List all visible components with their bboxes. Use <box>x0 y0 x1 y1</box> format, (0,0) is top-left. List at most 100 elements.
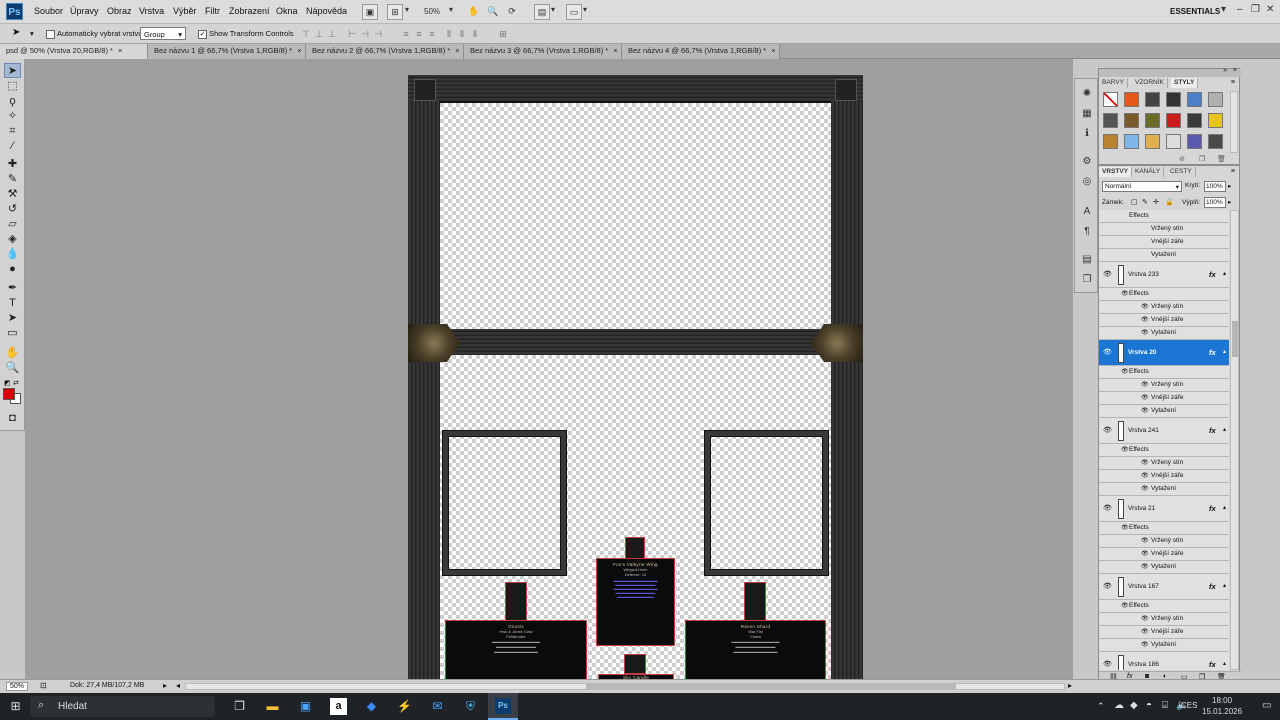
effects-row[interactable]: 👁 Effects <box>1099 366 1229 379</box>
tab-document-psd[interactable]: psd @ 50% (Vrstva 20,RGB/8) * × <box>0 44 148 59</box>
fill-input[interactable]: 100% <box>1204 197 1226 208</box>
style-swatch[interactable] <box>1208 134 1223 149</box>
menu-upravy[interactable]: Úpravy <box>70 6 99 16</box>
visibility-eye-icon[interactable]: 👁 <box>1103 582 1112 590</box>
effect-row[interactable]: 👁 Vytažení <box>1099 405 1229 418</box>
healing-brush-icon[interactable]: ✚ <box>4 157 21 172</box>
panel-menu-icon[interactable]: ≡ <box>1231 79 1235 86</box>
move-tool-icon[interactable]: ➤ <box>12 27 20 38</box>
dropbox-icon[interactable]: ◆ <box>363 698 380 715</box>
zoom-dropdown[interactable]: 50% <box>424 7 440 21</box>
tab-vzornik[interactable]: VZORNÍK <box>1132 78 1168 88</box>
bridge-icon[interactable]: ▣ <box>362 4 378 20</box>
visibility-eye-icon[interactable]: 👁 <box>1141 459 1149 466</box>
history-brush-icon[interactable]: ↺ <box>4 202 21 217</box>
collapse-arrow-icon[interactable]: ▴ <box>1223 582 1226 589</box>
store-icon[interactable]: ▣ <box>297 698 314 715</box>
auto-select-checkbox[interactable] <box>46 29 55 39</box>
collapse-arrow-icon[interactable]: ▴ <box>1223 348 1226 355</box>
hand-tool-icon[interactable]: ✋ <box>4 346 21 361</box>
effect-row[interactable]: 👁 Vržený stín <box>1099 301 1229 314</box>
lock-pixels-icon[interactable]: ✎ <box>1142 198 1148 206</box>
visibility-eye-icon[interactable]: 👁 <box>1121 290 1129 297</box>
fx-icon[interactable]: fx <box>1209 582 1216 591</box>
close-icon[interactable]: × <box>1233 67 1237 74</box>
fx-icon[interactable]: fx <box>1209 660 1216 669</box>
chevron-down-icon[interactable]: ▾ <box>1221 4 1226 15</box>
dodge-tool-icon[interactable]: ● <box>4 262 21 277</box>
close-icon[interactable]: × <box>118 46 122 55</box>
visibility-eye-icon[interactable]: 👁 <box>1141 628 1149 635</box>
visibility-eye-icon[interactable]: 👁 <box>1141 550 1149 557</box>
chevron-right-icon[interactable]: ▸ <box>1228 198 1231 206</box>
visibility-eye-icon[interactable]: 👁 <box>1141 407 1149 414</box>
layer-row[interactable]: 👁 Vrstva 167 fx ▴ <box>1099 574 1229 600</box>
style-swatch[interactable] <box>1208 92 1223 107</box>
tab-vrstvy[interactable]: VRSTVY <box>1099 167 1133 177</box>
eraser-icon[interactable]: ▱ <box>4 217 21 232</box>
adjustments-icon[interactable]: ⚙ <box>1080 155 1094 169</box>
tab-document-1[interactable]: Bez názvu 1 @ 66,7% (Vrstva 1,RGB/8) * × <box>148 44 306 59</box>
amazon-icon[interactable]: a <box>330 698 347 715</box>
style-swatch[interactable] <box>1145 134 1160 149</box>
visibility-eye-icon[interactable]: 👁 <box>1141 381 1149 388</box>
style-swatch[interactable] <box>1166 92 1181 107</box>
windows-start-icon[interactable]: ⊞ <box>7 698 24 715</box>
menu-okna[interactable]: Okna <box>276 6 298 16</box>
distribute-right-icon[interactable]: ⦀ <box>469 29 481 39</box>
collapse-arrow-icon[interactable]: ▴ <box>1223 660 1226 667</box>
distribute-hcenter-icon[interactable]: ⦀ <box>456 29 468 39</box>
style-swatch[interactable] <box>1145 113 1160 128</box>
auto-align-icon[interactable]: ⊞ <box>497 29 509 39</box>
network-icon[interactable]: ⌸ <box>1162 700 1168 711</box>
chevron-up-icon[interactable]: ⌃ <box>1097 701 1105 712</box>
effect-row[interactable]: Vnější záře <box>1099 236 1229 249</box>
effect-row[interactable]: 👁 Vytažení <box>1099 639 1229 652</box>
lasso-tool-icon[interactable]: ϙ <box>4 94 21 109</box>
opacity-input[interactable]: 100% <box>1204 181 1226 192</box>
menu-vrstva[interactable]: Vrstva <box>139 6 164 16</box>
app-icon[interactable]: ⚡ <box>396 698 413 715</box>
default-colors-icon[interactable]: ◩ <box>4 379 11 387</box>
effect-row[interactable]: 👁 Vnější záře <box>1099 548 1229 561</box>
visibility-eye-icon[interactable]: 👁 <box>1141 641 1149 648</box>
screen-mode-icon[interactable]: ▭ <box>566 4 582 20</box>
layer-row[interactable]: 👁 Vrstva 186 fx ▴ <box>1099 652 1229 670</box>
style-swatch[interactable] <box>1103 92 1118 107</box>
style-swatch[interactable] <box>1103 134 1118 149</box>
effect-row[interactable]: 👁 Vytažení <box>1099 327 1229 340</box>
style-swatch[interactable] <box>1166 134 1181 149</box>
arrange-documents-icon[interactable]: ▤ <box>534 4 550 20</box>
tab-kanaly[interactable]: KANÁLY <box>1132 167 1165 177</box>
close-icon[interactable]: × <box>613 46 617 55</box>
zoom-icon[interactable]: 🔍 <box>485 4 501 20</box>
distribute-top-icon[interactable]: ≡ <box>400 29 412 39</box>
layers-scrollbar[interactable] <box>1230 210 1239 670</box>
visibility-eye-icon[interactable]: 👁 <box>1141 537 1149 544</box>
document-canvas[interactable]: Fox's Valkyrie Wing Winged Helm Defense:… <box>408 75 863 680</box>
visibility-eye-icon[interactable]: 👁 <box>1141 394 1149 401</box>
style-swatch[interactable] <box>1124 113 1139 128</box>
close-icon[interactable]: × <box>771 46 775 55</box>
chevron-down-icon[interactable]: ▾ <box>405 5 409 19</box>
magic-wand-icon[interactable]: ✧ <box>4 109 21 124</box>
visibility-eye-icon[interactable]: 👁 <box>1141 472 1149 479</box>
style-swatch[interactable] <box>1208 113 1223 128</box>
status-icon[interactable]: ⊡ <box>40 681 47 690</box>
fx-icon[interactable]: fx <box>1209 504 1216 513</box>
collapse-arrow-icon[interactable]: ▴ <box>1223 504 1226 511</box>
visibility-eye-icon[interactable]: 👁 <box>1103 270 1112 278</box>
close-icon[interactable]: ✕ <box>1266 4 1274 15</box>
restore-icon[interactable]: ❐ <box>1251 4 1260 15</box>
clock-date[interactable]: 15.01.2026 <box>1202 707 1242 716</box>
align-right-icon[interactable]: ⊣ <box>372 29 384 39</box>
clock-time[interactable]: 18:00 <box>1212 696 1232 705</box>
masks-icon[interactable]: ◎ <box>1080 175 1094 189</box>
close-icon[interactable]: × <box>455 46 459 55</box>
auto-select-dropdown[interactable]: Group ▾ <box>140 27 186 40</box>
scroll-right-icon[interactable]: ▸ <box>1068 681 1072 690</box>
visibility-eye-icon[interactable]: 👁 <box>1141 563 1149 570</box>
collapse-arrow-icon[interactable]: ▴ <box>1223 270 1226 277</box>
rotate-view-icon[interactable]: ⟳ <box>504 4 520 20</box>
menu-filtr[interactable]: Filtr <box>205 6 220 16</box>
